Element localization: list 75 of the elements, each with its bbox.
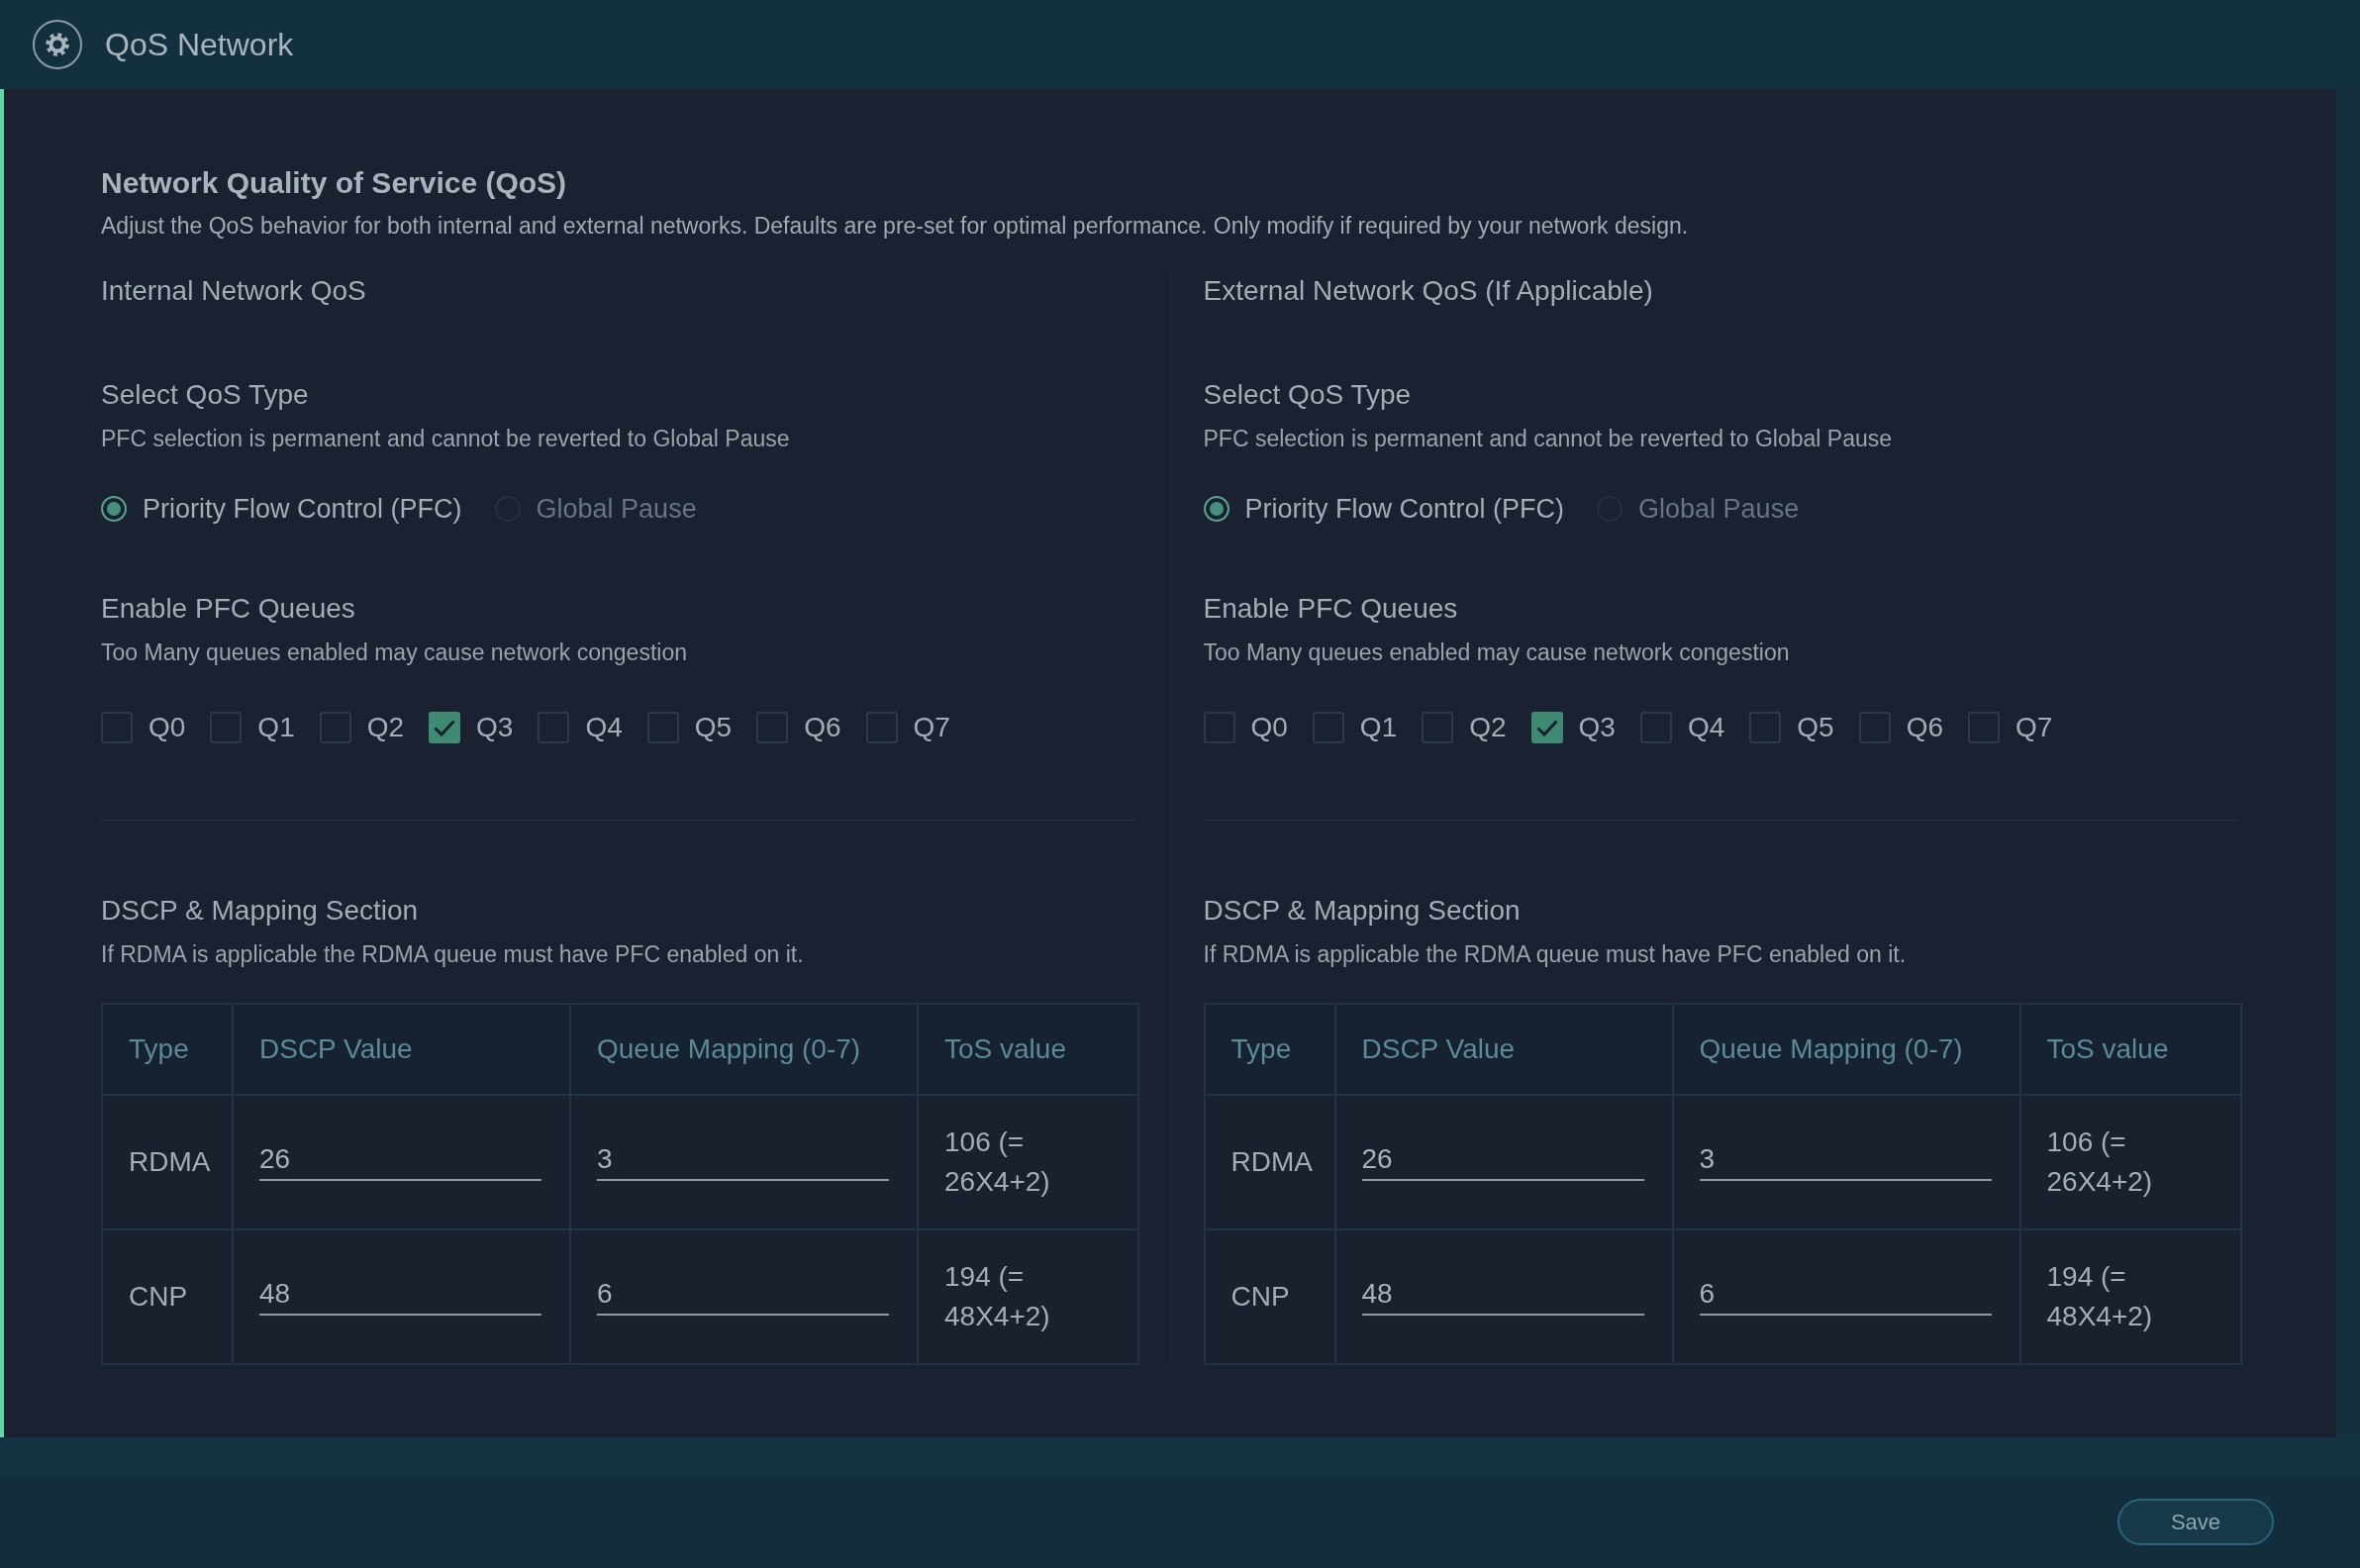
table-cell: RDMA [102, 1095, 233, 1229]
section-title: External Network QoS (If Applicable) [1203, 274, 1654, 308]
radio-label: Global Pause [536, 493, 697, 526]
radio-label: Priority Flow Control (PFC) [143, 493, 462, 526]
field-label: DSCP & Mapping Section [1203, 894, 1522, 928]
section-title: Internal Network QoS [101, 274, 367, 308]
column-header: DSCP Value [233, 1004, 570, 1095]
field-hint: PFC selection is permanent and cannot be reverted to Global Pause [101, 425, 791, 453]
page-description: Adjust the QoS behavior for both internal and external networks. Defaults are pre-set for optimal performance. Only modify if required by your network design. [101, 212, 1690, 241]
table-cell: CNP [1204, 1229, 1335, 1364]
column-header: DSCP Value [1334, 1004, 1673, 1095]
checkbox-label: Q1 [257, 711, 295, 744]
checkbox-label: Q1 [1359, 711, 1398, 744]
column-header: Type [102, 1004, 233, 1095]
checkbox[interactable] [1749, 712, 1782, 743]
checkmark-icon [1535, 719, 1558, 736]
radio-label: Priority Flow Control (PFC) [1244, 493, 1565, 526]
checkbox[interactable] [538, 712, 570, 743]
column-header: Queue Mapping (0-7) [570, 1004, 918, 1095]
table-cell: RDMA [1204, 1095, 1335, 1229]
checkbox[interactable] [756, 712, 789, 743]
radio-button[interactable] [1203, 496, 1229, 522]
radio-label: Global Pause [1638, 493, 1800, 526]
column-header: Queue Mapping (0-7) [1672, 1004, 2020, 1095]
save-button[interactable]: Save [2117, 1499, 2274, 1545]
checkbox[interactable] [429, 712, 461, 743]
column-header: Type [1204, 1004, 1335, 1095]
checkbox[interactable] [1530, 712, 1563, 743]
table-cell: 194 (= 48X4+2) [918, 1229, 1138, 1364]
checkbox-label: Q6 [804, 711, 841, 744]
checkbox[interactable] [865, 712, 898, 743]
checkbox-label: Q4 [1687, 711, 1725, 744]
checkbox-label: Q7 [913, 711, 950, 744]
table-cell: 106 (= 26X4+2) [2019, 1095, 2241, 1229]
radio-button[interactable] [101, 496, 127, 522]
column-header: ToS value [918, 1004, 1138, 1095]
checkbox[interactable] [101, 712, 133, 743]
checkmark-icon [434, 719, 456, 736]
field-label: Enable PFC Queues [101, 592, 356, 626]
checkbox[interactable] [1639, 712, 1672, 743]
column-header: ToS value [2019, 1004, 2241, 1095]
checkbox-label: Q3 [1578, 711, 1616, 744]
checkbox[interactable] [319, 712, 351, 743]
field-hint: Too Many queues enabled may cause network congestion [1203, 638, 1791, 667]
checkbox-label: Q0 [148, 711, 186, 744]
checkbox[interactable] [210, 712, 243, 743]
field-label: Select QoS Type [101, 378, 310, 412]
field-label: DSCP & Mapping Section [101, 894, 420, 928]
field-hint: PFC selection is permanent and cannot be reverted to Global Pause [1203, 425, 1893, 453]
checkbox[interactable] [1422, 712, 1454, 743]
table-cell: 194 (= 48X4+2) [2019, 1229, 2241, 1364]
checkbox[interactable] [1858, 712, 1891, 743]
checkbox-label: Q4 [585, 711, 623, 744]
checkbox[interactable] [1312, 712, 1344, 743]
checkbox-label: Q2 [366, 711, 405, 744]
checkbox-label: Q0 [1250, 711, 1288, 744]
field-hint: Too Many queues enabled may cause network congestion [101, 638, 688, 667]
checkbox-label: Q5 [1797, 711, 1834, 744]
settings-icon[interactable] [33, 20, 82, 69]
field-label: Select QoS Type [1203, 378, 1413, 412]
page-title: Network Quality of Service (QoS) [101, 165, 568, 201]
window-title: QoS Network [105, 26, 294, 63]
checkbox[interactable] [1968, 712, 2000, 743]
checkbox[interactable] [646, 712, 679, 743]
field-label: Enable PFC Queues [1203, 592, 1459, 626]
field-hint: If RDMA is applicable the RDMA queue must have PFC enabled on it. [1203, 940, 1908, 969]
checkbox-label: Q2 [1469, 711, 1507, 744]
checkbox-label: Q6 [1906, 711, 1943, 744]
table-cell: CNP [102, 1229, 233, 1364]
field-hint: If RDMA is applicable the RDMA queue must have PFC enabled on it. [101, 940, 805, 969]
checkbox-label: Q3 [476, 711, 514, 744]
checkbox-label: Q7 [2016, 711, 2053, 744]
table-cell: 106 (= 26X4+2) [918, 1095, 1138, 1229]
checkbox[interactable] [1203, 712, 1235, 743]
checkbox-label: Q5 [694, 711, 733, 744]
